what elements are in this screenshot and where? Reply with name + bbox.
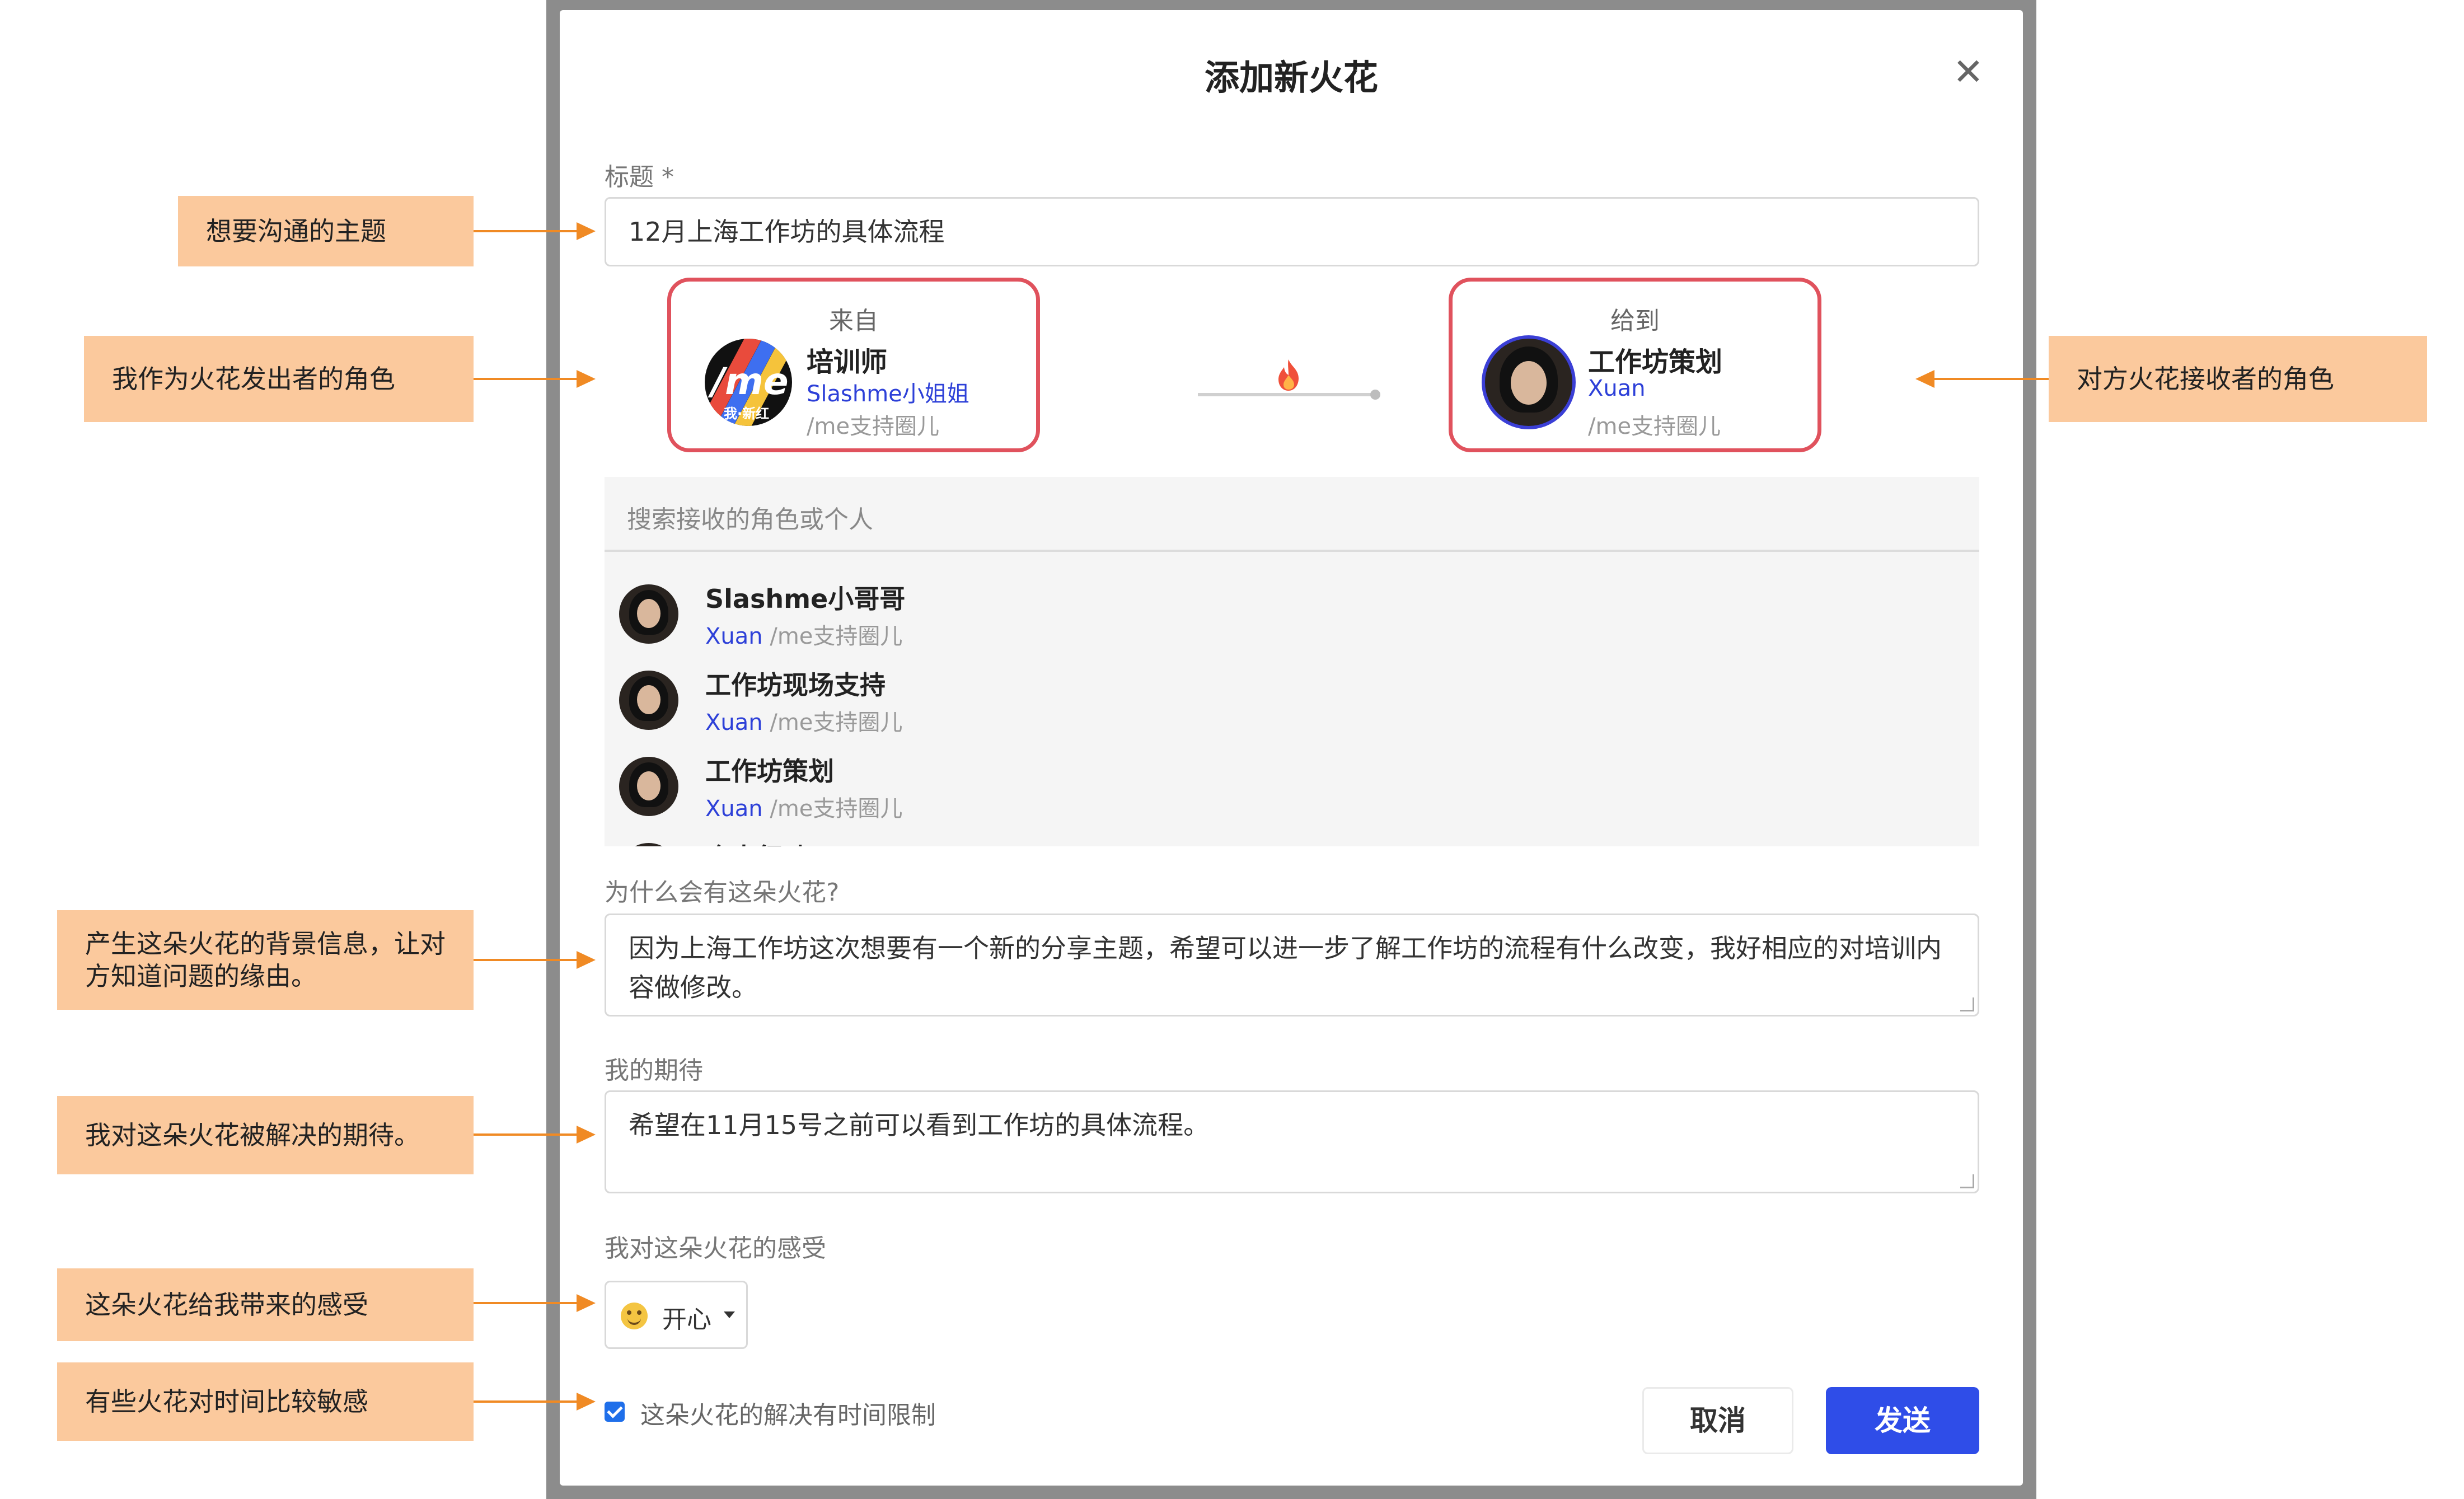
time-limit-label[interactable]: 这朵火花的解决有时间限制 xyxy=(640,1395,936,1431)
annotation-arrow-head xyxy=(577,222,596,240)
annotation-feeling-text: 这朵火花给我带来的感受 xyxy=(85,1290,368,1320)
avatar-face xyxy=(637,685,660,714)
annotation-arrow-head xyxy=(577,1294,596,1312)
annotation-receiver-role: 对方火花接收者的角色 xyxy=(2049,336,2427,422)
annotation-time-sensitive: 有些火花对时间比较敏感 xyxy=(57,1362,474,1441)
option-circle: /me支持圈儿 xyxy=(770,796,903,822)
annotation-feeling: 这朵火花给我带来的感受 xyxy=(57,1268,474,1341)
option-avatar xyxy=(619,843,678,846)
option-role-name: 个人行动 xyxy=(705,837,808,846)
from-circle-name: /me支持圈儿 xyxy=(807,414,940,439)
why-textarea-value: 因为上海工作坊这次想要有一个新的分享主题，希望可以进一步了解工作坊的流程有什么改… xyxy=(629,933,1942,1003)
feeling-value: 开心 xyxy=(662,1305,711,1334)
from-avatar: /me 我·新红 xyxy=(705,339,792,426)
to-card-heading: 给到 xyxy=(1610,307,1660,335)
cancel-button[interactable]: 取消 xyxy=(1642,1387,1793,1454)
connector-line xyxy=(1198,393,1377,396)
expectation-textarea-value: 希望在11月15号之前可以看到工作坊的具体流程。 xyxy=(629,1110,1210,1140)
option-avatar xyxy=(619,671,678,730)
dropdown-option[interactable]: 个人行动 xyxy=(619,830,1962,846)
option-role-name: Slashme小哥哥 xyxy=(705,584,906,614)
option-person: Xuan xyxy=(705,710,763,736)
smile-emoji-icon xyxy=(621,1303,648,1329)
annotation-background: 产生这朵火花的背景信息，让对方知道问题的缘由。 xyxy=(57,910,474,1010)
annotation-time-sensitive-text: 有些火花对时间比较敏感 xyxy=(85,1386,368,1417)
avatar-face xyxy=(1511,361,1547,405)
annotation-arrow-line xyxy=(474,1133,580,1136)
option-role-name: 工作坊策划 xyxy=(705,756,834,786)
annotation-arrow-line xyxy=(474,378,580,380)
feeling-label: 我对这朵火花的感受 xyxy=(605,1234,826,1263)
receiver-search-input[interactable]: 搜索接收的角色或个人 xyxy=(627,499,873,535)
annotation-arrow-line xyxy=(474,959,580,961)
option-avatar xyxy=(619,584,678,644)
time-limit-checkbox[interactable] xyxy=(605,1402,625,1422)
avatar-logo-subtext: 我·新红 xyxy=(724,406,770,421)
annotation-expectation: 我对这朵火花被解决的期待。 xyxy=(57,1096,474,1174)
from-card-heading: 来自 xyxy=(829,307,878,335)
title-input-value: 12月上海工作坊的具体流程 xyxy=(629,217,945,247)
close-icon[interactable]: ✕ xyxy=(1953,54,1984,91)
annotation-sender-role: 我作为火花发出者的角色 xyxy=(84,336,474,422)
to-role-card[interactable]: 给到 工作坊策划 Xuan /me支持圈儿 xyxy=(1449,278,1821,452)
avatar-face xyxy=(637,771,660,800)
annotation-arrow-line xyxy=(474,1400,580,1403)
feeling-select[interactable]: 开心 xyxy=(605,1281,748,1349)
option-meta: Xuan /me支持圈儿 xyxy=(705,704,902,737)
annotation-expectation-text: 我对这朵火花被解决的期待。 xyxy=(85,1120,420,1150)
annotation-arrow-head xyxy=(577,1126,596,1144)
option-role-name: 工作坊现场支持 xyxy=(705,670,886,700)
annotation-arrow-line xyxy=(1934,378,2049,380)
dropdown-option[interactable]: 工作坊策划 Xuan /me支持圈儿 xyxy=(619,743,1962,827)
from-role-card[interactable]: 来自 /me 我·新红 培训师 Slashme小姐姐 /me支持圈儿 xyxy=(667,278,1040,452)
add-spark-dialog: 添加新火花 ✕ 标题 * 12月上海工作坊的具体流程 来自 /me 我·新红 培… xyxy=(560,10,2023,1486)
dropdown-divider xyxy=(605,550,1979,552)
expectation-label: 我的期待 xyxy=(605,1056,703,1085)
annotation-arrow-head xyxy=(577,1393,596,1411)
flame-icon xyxy=(1278,359,1299,391)
from-role-name: 培训师 xyxy=(807,346,888,378)
dropdown-option[interactable]: 工作坊现场支持 Xuan /me支持圈儿 xyxy=(619,657,1962,741)
to-circle-name: /me支持圈儿 xyxy=(1588,414,1721,439)
annotation-arrow-line xyxy=(474,230,580,232)
annotation-sender-role-text: 我作为火花发出者的角色 xyxy=(112,364,395,394)
connector-dot xyxy=(1370,390,1380,400)
dialog-title: 添加新火花 xyxy=(1204,57,1378,98)
why-label: 为什么会有这朵火花? xyxy=(605,878,840,907)
option-person: Xuan xyxy=(705,796,763,822)
send-button[interactable]: 发送 xyxy=(1826,1387,1979,1454)
to-avatar xyxy=(1482,335,1576,429)
from-person-name: Slashme小姐姐 xyxy=(807,381,969,407)
option-person: Xuan xyxy=(705,624,763,649)
avatar-face xyxy=(637,599,660,628)
option-avatar xyxy=(619,757,678,816)
expectation-textarea[interactable]: 希望在11月15号之前可以看到工作坊的具体流程。 xyxy=(605,1090,1979,1193)
to-person-name: Xuan xyxy=(1588,376,1646,401)
option-meta: Xuan /me支持圈儿 xyxy=(705,618,902,650)
avatar-logo-text: /me xyxy=(711,360,789,403)
annotation-arrow-head xyxy=(577,370,596,388)
receiver-search-dropdown: 搜索接收的角色或个人 Slashme小哥哥 Xuan /me支持圈儿 工作坊现场… xyxy=(605,477,1979,846)
dropdown-option[interactable]: Slashme小哥哥 Xuan /me支持圈儿 xyxy=(619,571,1962,655)
annotation-arrow-head xyxy=(577,951,596,969)
annotation-background-text: 产生这朵火花的背景信息，让对方知道问题的缘由。 xyxy=(85,929,446,991)
annotation-topic: 想要沟通的主题 xyxy=(178,196,474,266)
resize-handle-icon[interactable] xyxy=(1960,997,1974,1011)
option-circle: /me支持圈儿 xyxy=(770,624,903,649)
title-label: 标题 * xyxy=(605,163,674,191)
option-circle: /me支持圈儿 xyxy=(770,710,903,736)
annotation-receiver-role-text: 对方火花接收者的角色 xyxy=(2077,364,2334,394)
chevron-down-icon xyxy=(724,1311,735,1318)
annotation-topic-text: 想要沟通的主题 xyxy=(206,216,386,246)
annotation-arrow-line xyxy=(474,1302,580,1304)
why-textarea[interactable]: 因为上海工作坊这次想要有一个新的分享主题，希望可以进一步了解工作坊的流程有什么改… xyxy=(605,914,1979,1016)
annotation-arrow-head xyxy=(1915,370,1934,388)
to-role-name: 工作坊策划 xyxy=(1588,346,1723,378)
resize-handle-icon[interactable] xyxy=(1960,1174,1974,1188)
title-input[interactable]: 12月上海工作坊的具体流程 xyxy=(605,197,1979,266)
option-meta: Xuan /me支持圈儿 xyxy=(705,790,902,823)
